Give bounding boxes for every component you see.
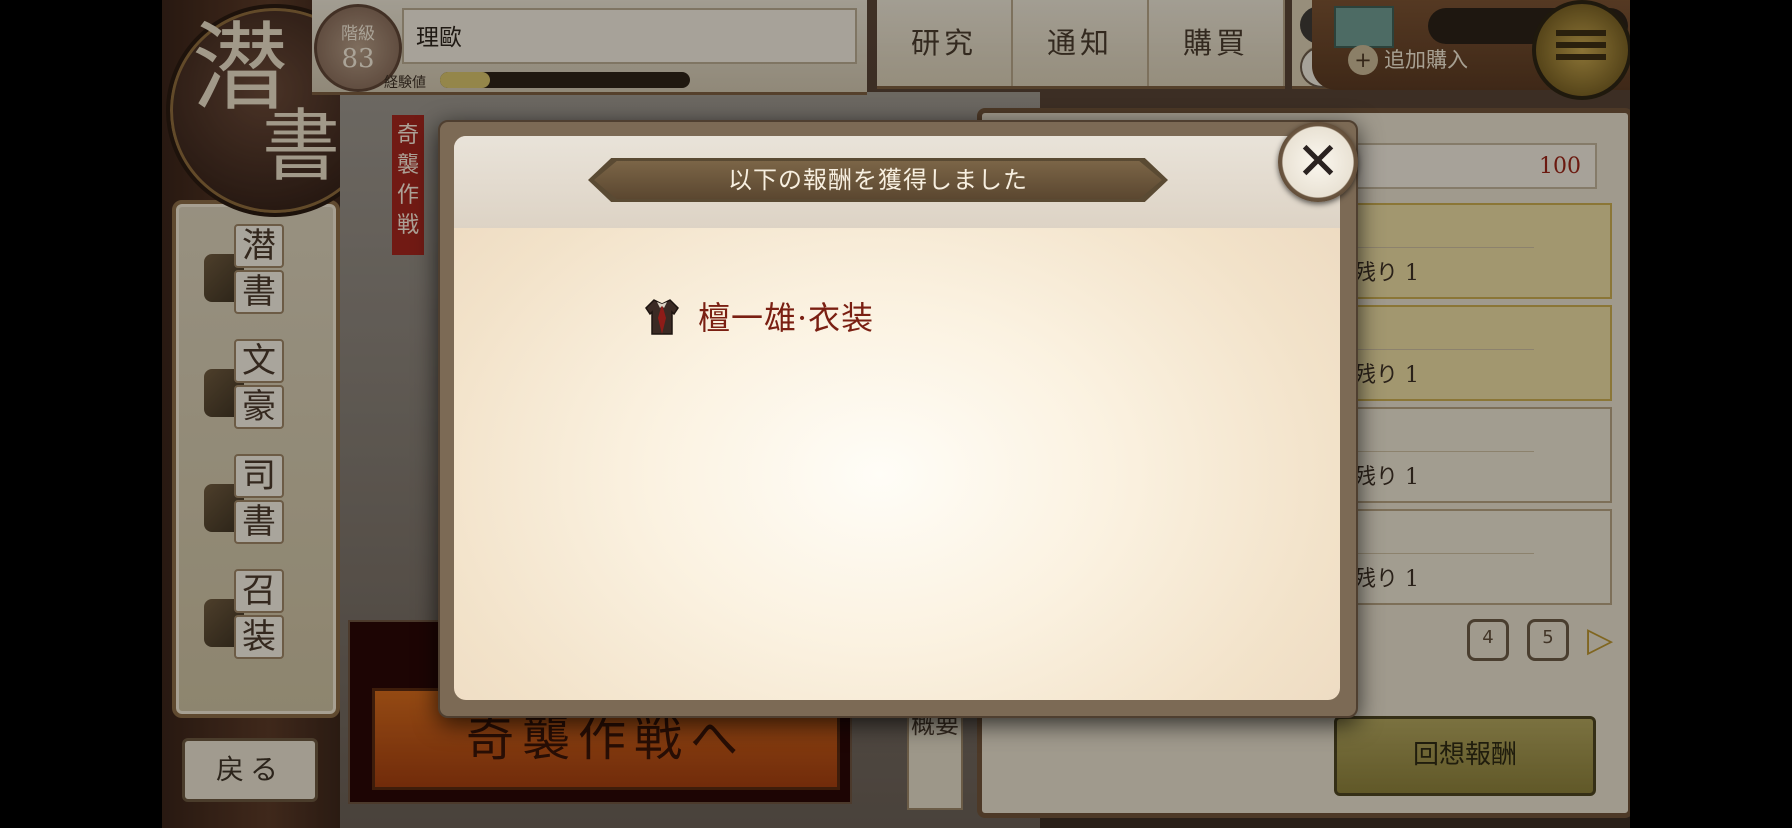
menu-icon xyxy=(1556,30,1606,66)
main-menu-button[interactable] xyxy=(1532,0,1630,100)
close-icon: ✕ xyxy=(1296,132,1340,192)
pager: 4 5 ▷ » xyxy=(1467,618,1630,662)
menu-tile-bottom: 書 xyxy=(234,500,284,544)
score-value: 100 xyxy=(1317,143,1597,189)
menu-tile-bottom: 書 xyxy=(234,270,284,314)
divider xyxy=(1334,349,1534,350)
remaining-count: 残り 1 xyxy=(1354,465,1419,490)
menu-tile-top: 召 xyxy=(234,569,284,613)
divider xyxy=(1334,553,1534,554)
page-5-button[interactable]: 5 xyxy=(1527,619,1569,661)
title-ribbon: 以下の報酬を獲得しました xyxy=(588,158,1168,202)
add-purchase-button[interactable]: + 追加購入 xyxy=(1348,42,1468,78)
exp-label: 経験値 xyxy=(384,75,426,91)
recall-reward-button[interactable]: 回想報酬 xyxy=(1334,716,1596,796)
next-page-icon[interactable]: ▷ xyxy=(1587,620,1613,660)
menu-tile-bottom: 装 xyxy=(234,615,284,659)
side-menu-senjo-button[interactable]: 潜 書 xyxy=(204,224,304,328)
tab-research[interactable]: 研究 xyxy=(877,0,1013,86)
rank-label: 階級 xyxy=(341,24,375,44)
reward-item: 檀一雄·衣装 xyxy=(640,294,874,338)
reward-dialog: 以下の報酬を獲得しました 檀一雄·衣装 xyxy=(438,120,1358,718)
add-purchase-label: 追加購入 xyxy=(1384,48,1468,72)
tab-notice[interactable]: 通知 xyxy=(1013,0,1149,86)
divider xyxy=(1334,451,1534,452)
remaining-count: 残り 1 xyxy=(1354,363,1419,388)
exp-bar xyxy=(440,72,690,88)
menu-tile-top: 潜 xyxy=(234,224,284,268)
tab-shop[interactable]: 購買 xyxy=(1149,0,1285,86)
reward-name: 檀一雄·衣装 xyxy=(698,299,875,337)
plus-icon: + xyxy=(1348,45,1378,75)
close-button[interactable]: ✕ xyxy=(1278,122,1358,202)
menu-tile-top: 司 xyxy=(234,454,284,498)
menu-tile-bottom: 豪 xyxy=(234,385,284,429)
jacket-icon xyxy=(640,294,684,338)
divider xyxy=(1334,247,1534,248)
remaining-count: 残り 1 xyxy=(1354,261,1419,286)
back-button[interactable]: 戻る xyxy=(182,738,318,802)
logo-char: 書 xyxy=(262,102,341,192)
side-menu: 潜 書 文 豪 司 書 召 装 xyxy=(172,200,340,718)
raid-tag: 奇襲作戦 xyxy=(392,115,424,255)
side-menu-shoso-button[interactable]: 召 装 xyxy=(204,569,304,673)
top-nav: 研究 通知 購買 xyxy=(877,0,1285,89)
dialog-header: 以下の報酬を獲得しました xyxy=(454,136,1340,228)
menu-tile-top: 文 xyxy=(234,339,284,383)
reward-dialog-body: 以下の報酬を獲得しました 檀一雄·衣装 xyxy=(454,136,1340,700)
remaining-count: 残り 1 xyxy=(1354,567,1419,592)
side-menu-shisho-button[interactable]: 司 書 xyxy=(204,454,304,558)
page-4-button[interactable]: 4 xyxy=(1467,619,1509,661)
player-name: 理歐 xyxy=(402,8,857,64)
exp-fill xyxy=(440,72,490,88)
side-menu-bungo-button[interactable]: 文 豪 xyxy=(204,339,304,443)
dialog-title: 以下の報酬を獲得しました xyxy=(728,166,1028,194)
rank-value: 83 xyxy=(341,44,375,74)
